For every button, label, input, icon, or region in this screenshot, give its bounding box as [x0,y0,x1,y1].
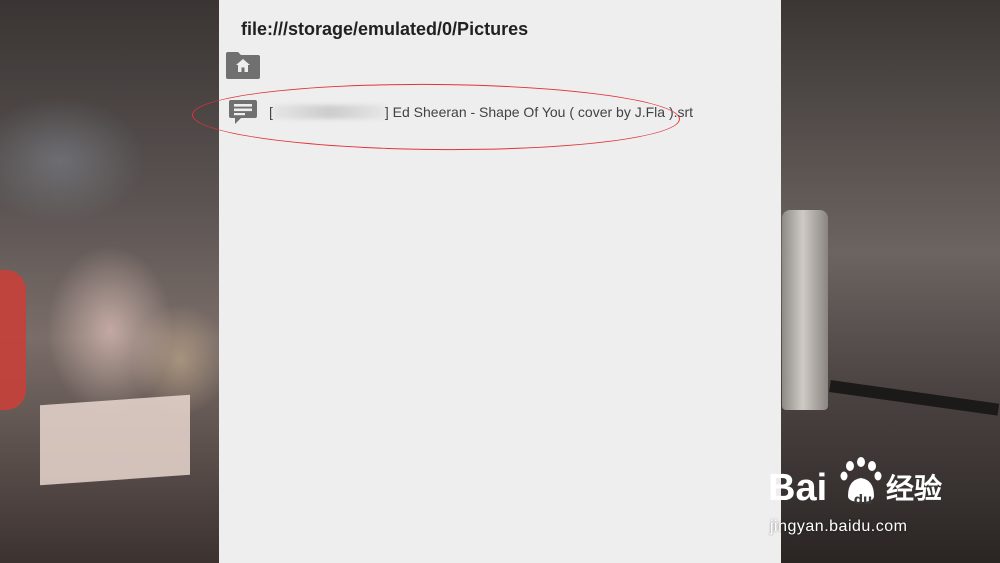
watermark-url: jingyan.baidu.com [770,518,908,535]
current-path: file:///storage/emulated/0/Pictures [241,19,529,39]
background-red-shape [0,270,26,410]
subtitle-icon [229,100,257,124]
file-list-item[interactable]: [] Ed Sheeran - Shape Of You ( cover by … [225,92,765,132]
baidu-logo: Bai du 经验 [768,457,942,509]
background-microphone [782,210,828,410]
background-card [40,394,190,486]
file-name-suffix: ] Ed Sheeran - Shape Of You ( cover by J… [384,104,694,120]
file-name: [] Ed Sheeran - Shape Of You ( cover by … [269,104,693,120]
svg-text:du: du [854,493,873,508]
folder-home-icon [226,52,260,79]
file-picker-dialog: file:///storage/emulated/0/Pictures [] E… [191,0,781,563]
baidu-jingyan-watermark: Bai du 经验 jingyan.baidu.com [768,452,988,547]
home-folder-button[interactable] [225,50,265,82]
svg-text:Bai: Bai [768,467,827,509]
svg-text:经验: 经验 [886,472,942,505]
redacted-text [272,105,385,119]
